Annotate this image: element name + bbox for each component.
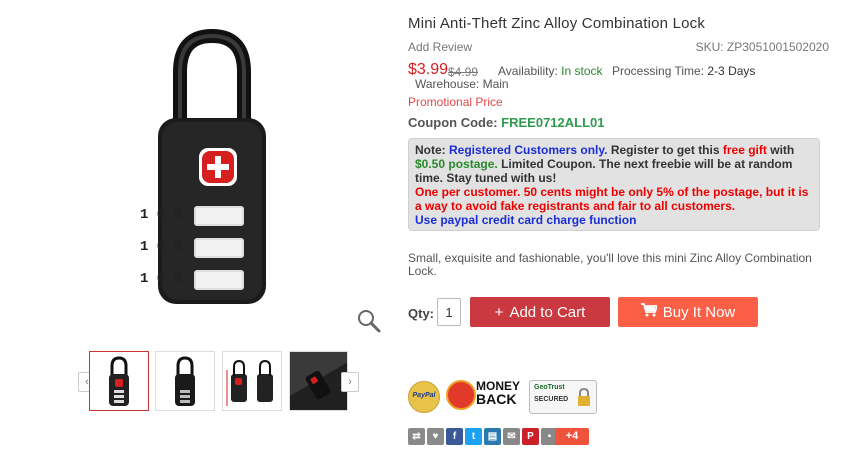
add-to-cart-label: Add to Cart [509,303,586,321]
processing-label: Processing Time: [612,64,705,78]
dial-3-digits: 1 0 9 [139,271,182,287]
dial-1-digits: 1 0 9 [139,207,182,223]
share-count[interactable]: +4 [555,428,589,445]
coupon-code: Coupon Code: FREE0712ALL01 [408,115,605,130]
postage-amount: $0.50 [415,157,446,171]
padlock-icon [578,387,590,406]
add-to-cart-button[interactable]: + Add to Cart [470,297,610,327]
money-back-badge: MONEY BACK [446,378,522,412]
twitter-icon[interactable]: t [465,428,482,445]
secured-text: SECURED [534,396,569,403]
paypal-hint: Use paypal credit card charge function [415,213,637,227]
plus-icon: + [494,303,504,321]
warning-text: One per customer. 50 cents might be only… [415,185,809,213]
geotrust-text: GeoTrust [534,384,565,391]
postage-word: postage. [448,157,498,171]
buy-now-label: Buy It Now [662,303,736,321]
note-label: Note: [415,143,446,157]
thumbnail-4[interactable] [289,351,348,411]
processing-time: Processing Time: 2-3 Days [612,64,755,78]
paypal-verified-badge: PayPal [408,381,440,413]
with-text: with [770,143,795,157]
buy-now-button[interactable]: Buy It Now [618,297,758,327]
print-icon[interactable]: ▤ [484,428,501,445]
register-text: Register to get this [610,143,720,157]
email-icon[interactable]: ✉ [503,428,520,445]
availability: Availability: In stock [498,64,603,78]
thumbnail-3[interactable] [222,351,282,411]
product-title: Mini Anti-Theft Zinc Alloy Combination L… [408,15,706,32]
geotrust-secured-badge: GeoTrust SECURED [529,380,597,414]
processing-value: 2-3 Days [707,64,756,78]
zoom-icon[interactable] [356,308,382,334]
coupon-code-value: FREE0712ALL01 [501,115,605,130]
money-back-seal-icon [446,380,476,410]
back-text: BACK [476,391,517,407]
note-box: Note: Registered Customers only. Registe… [408,138,820,231]
qty-label: Qty: [408,306,434,321]
paypal-badge-text: PayPal [412,392,436,399]
heart-icon[interactable]: ♥ [427,428,444,445]
product-description: Small, exquisite and fashionable, you'll… [408,251,812,278]
money-back-text: MONEY BACK [476,380,520,407]
availability-label: Availability: [498,64,558,78]
combination-lock-image [158,28,266,304]
thumbnail-1[interactable] [89,351,149,411]
thumbnail-2[interactable] [155,351,215,411]
promotional-price-label: Promotional Price [408,95,503,109]
facebook-icon[interactable]: f [446,428,463,445]
dial-2-digits: 1 0 9 [139,239,182,255]
main-product-image[interactable]: 1 0 9 1 0 9 1 0 9 [62,10,384,332]
qty-input[interactable] [437,298,461,326]
coupon-label: Coupon Code: [408,115,498,130]
sku-text: SKU: ZP3051001502020 [695,40,829,54]
share-arrows-icon[interactable]: ⇄ [408,428,425,445]
warehouse-text: Warehouse: Main [415,77,509,91]
pinterest-icon[interactable]: P [522,428,539,445]
registered-customers-text: Registered Customers only. [449,143,608,157]
thumbnail-next-button[interactable]: › [341,372,359,392]
availability-value: In stock [561,64,603,78]
add-review-link[interactable]: Add Review [408,40,472,54]
free-gift-text: free gift [722,143,767,157]
cart-icon [640,303,658,321]
